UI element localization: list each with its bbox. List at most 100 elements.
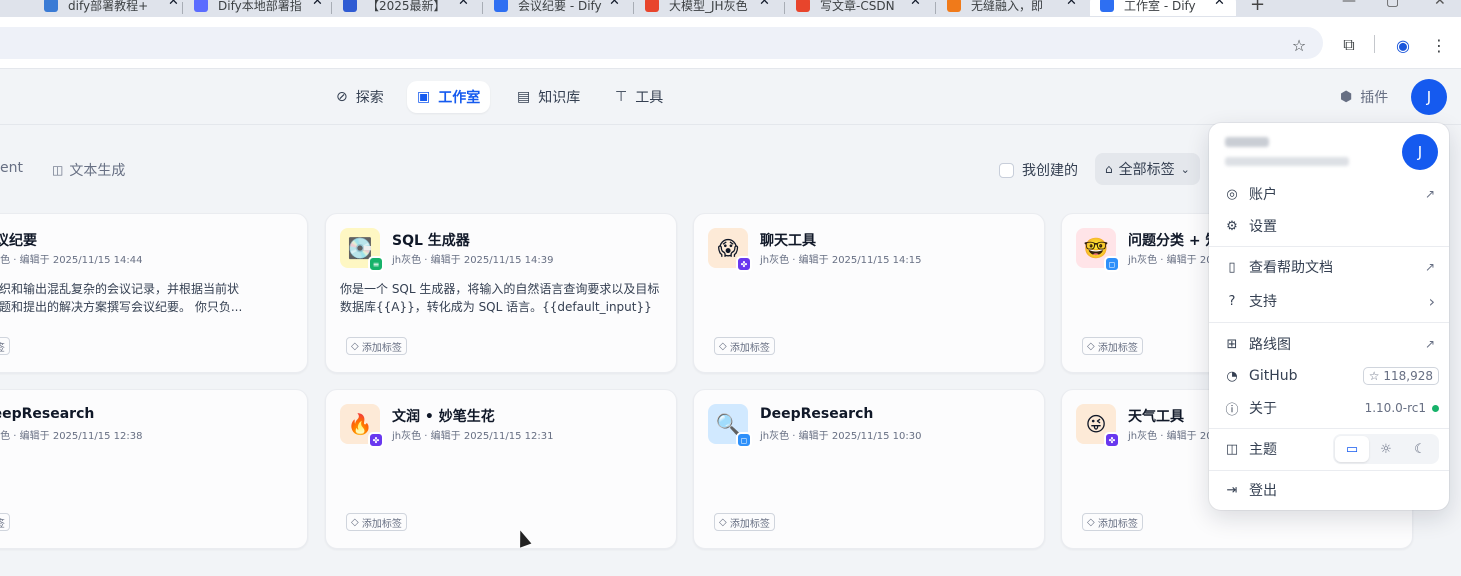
- browser-tab[interactable]: Dify本地部署指: [194, 0, 308, 16]
- menu-about[interactable]: ⓘ 关于 1.10.0-rc1: [1209, 394, 1449, 422]
- toolbar-divider: [1374, 35, 1375, 53]
- tab-favicon: [44, 0, 58, 12]
- app-meta: jh灰色 · 编辑于 2025/11/15 14:15: [760, 255, 922, 266]
- tab-title: Dify本地部署指: [218, 0, 302, 13]
- logout-icon: ⇥: [1226, 482, 1238, 498]
- minimize-button[interactable]: —: [1342, 0, 1356, 9]
- user-email-redacted: [1225, 157, 1349, 166]
- github-stars-count: 118,928: [1383, 369, 1433, 383]
- app-emoji-icon: 😱: [717, 236, 739, 260]
- menu-label: GitHub: [1249, 368, 1298, 384]
- app-card[interactable]: 💽 ≡ SQL 生成器 jh灰色 · 编辑于 2025/11/15 14:39 你是一个…: [325, 213, 677, 373]
- app-type-badge-icon: ◻: [736, 432, 752, 448]
- browser-tab[interactable]: 无缝融入，即: [947, 0, 1061, 16]
- new-tab-button[interactable]: +: [1250, 0, 1265, 15]
- tab-close-icon[interactable]: ✕: [759, 0, 770, 9]
- hammer-icon: ⊤: [615, 89, 628, 105]
- user-dropdown-menu: J ◎ 账户 ↗ ⚙ 设置 ▯ 查看帮助文档 ↗ ? 支持 › ⊞ 路线图 ↗ …: [1209, 123, 1449, 510]
- add-tag-label: 添加标签: [361, 342, 402, 354]
- add-tag-button[interactable]: ◇ 添加标签: [346, 513, 407, 531]
- plugins-button[interactable]: ⬢ 插件: [1340, 87, 1388, 107]
- browser-tab[interactable]: 会议纪要 - Dify: [494, 0, 608, 16]
- tab-title: 大模型_JH灰色: [669, 0, 748, 13]
- menu-docs[interactable]: ▯ 查看帮助文档 ↗: [1209, 253, 1449, 281]
- add-tag-label: 添加标签: [0, 515, 5, 530]
- menu-divider: [1209, 470, 1449, 471]
- browser-tab[interactable]: 【2025最新】: [343, 0, 457, 16]
- nav-explore[interactable]: ⊘ 探索: [326, 81, 394, 113]
- menu-divider: [1209, 246, 1449, 247]
- tab-close-icon[interactable]: ✕: [312, 0, 323, 9]
- external-link-icon: ↗: [1424, 260, 1435, 274]
- add-tag-button[interactable]: ◇ 添加标签: [0, 513, 10, 531]
- browser-tab-strip: dify部署教程+ ✕ Dify本地部署指 ✕ 【2025最新】 ✕ 会议纪要 …: [0, 0, 1461, 17]
- add-tag-label: 添加标签: [361, 518, 402, 530]
- tag-icon: ⌂: [1105, 162, 1113, 176]
- menu-settings[interactable]: ⚙ 设置: [1209, 212, 1449, 240]
- sun-icon[interactable]: ☼: [1369, 436, 1403, 462]
- address-bar[interactable]: [0, 27, 1323, 59]
- nav-label: 工作室: [438, 90, 481, 106]
- app-type-badge-icon: ✤: [736, 256, 752, 272]
- tab-favicon: [1100, 0, 1114, 12]
- browser-tab[interactable]: 写文章-CSDN: [796, 0, 910, 16]
- add-tag-button[interactable]: ◇ 添加标签: [714, 337, 775, 355]
- window-close-button[interactable]: ✕: [1434, 0, 1446, 9]
- extensions-icon[interactable]: ⧉: [1339, 35, 1359, 55]
- app-card[interactable]: 🔥 ✤ 文润 • 妙笔生花 jh灰色 · 编辑于 2025/11/15 12:31 ◇ …: [325, 389, 677, 549]
- app-meta: jh灰色 · 编辑于 2025/11/15 14:39: [392, 255, 554, 266]
- tab-text-generation[interactable]: ◫ 文本生成: [52, 160, 125, 180]
- add-tag-button[interactable]: ◇ 添加标签: [1082, 337, 1143, 355]
- app-icon: 😱 ✤: [708, 228, 752, 272]
- tab-favicon: [796, 0, 810, 12]
- maximize-button[interactable]: ▢: [1386, 0, 1399, 9]
- info-icon: ⓘ: [1225, 402, 1239, 418]
- app-icon: 🤓 ◻: [1076, 228, 1120, 272]
- browser-tab[interactable]: 大模型_JH灰色: [645, 0, 759, 16]
- add-tag-button[interactable]: ◇ 添加标签: [1082, 513, 1143, 531]
- app-card[interactable]: 🔍◻DeepResearchjh灰色 · 编辑于 2025/11/15 12:3…: [0, 389, 308, 549]
- nav-studio[interactable]: ▣ 工作室: [407, 81, 491, 113]
- add-tag-label: 添加标签: [1097, 342, 1138, 354]
- add-tag-button[interactable]: ◇ 添加标签: [714, 513, 775, 531]
- tab-close-icon[interactable]: ✕: [168, 0, 179, 9]
- nav-tools[interactable]: ⊤ 工具: [605, 81, 673, 113]
- tab-close-icon[interactable]: ✕: [1066, 0, 1077, 9]
- nav-knowledge[interactable]: ▤ 知识库: [507, 81, 590, 113]
- menu-logout[interactable]: ⇥ 登出: [1209, 476, 1449, 504]
- checkbox-label: 我创建的: [1022, 163, 1078, 179]
- bookmark-star-icon[interactable]: ☆: [1289, 35, 1309, 55]
- moon-icon[interactable]: ☾: [1403, 436, 1437, 462]
- robot-icon: ▣: [417, 89, 431, 105]
- add-tag-button[interactable]: ◇ 添加标签: [346, 337, 407, 355]
- tag-filter-dropdown[interactable]: ⌂ 全部标签 ⌄: [1095, 153, 1200, 185]
- add-tag-label: 添加标签: [1097, 518, 1138, 530]
- user-avatar[interactable]: J: [1411, 79, 1447, 115]
- app-description: 你是一个 SQL 生成器，将输入的自然语言查询要求以及目标 数据库{{A}}，转…: [340, 282, 660, 314]
- menu-roadmap[interactable]: ⊞ 路线图 ↗: [1209, 330, 1449, 358]
- tab-close-icon[interactable]: ✕: [458, 0, 469, 9]
- tab-title: 无缝融入，即: [971, 0, 1044, 13]
- menu-github[interactable]: ◔ GitHub ☆ 118,928: [1209, 362, 1449, 390]
- external-link-icon: ↗: [1424, 337, 1435, 351]
- tab-close-icon[interactable]: ✕: [910, 0, 921, 9]
- browser-tab[interactable]: dify部署教程+: [44, 0, 158, 16]
- tab-close-icon[interactable]: ✕: [1214, 0, 1225, 9]
- app-card[interactable]: 😱 ✤ 聊天工具 jh灰色 · 编辑于 2025/11/15 14:15 ◇ 添加标签: [693, 213, 1045, 373]
- app-card[interactable]: 📋▣会议纪要jh灰色 · 编辑于 2025/11/15 14:44以重新组织和输…: [0, 213, 308, 373]
- monitor-icon[interactable]: ▭: [1335, 436, 1369, 462]
- browser-menu-icon[interactable]: ⋮: [1429, 35, 1449, 55]
- app-card[interactable]: 🔍 ◻ DeepResearch jh灰色 · 编辑于 2025/11/15 10:3…: [693, 389, 1045, 549]
- app-type-badge-icon: ◻: [1104, 256, 1120, 272]
- version-text: 1.10.0-rc1: [1364, 401, 1426, 415]
- created-by-me-checkbox[interactable]: 我创建的: [999, 160, 1078, 180]
- menu-support[interactable]: ? 支持 ›: [1209, 287, 1449, 315]
- profile-icon[interactable]: ◉: [1393, 35, 1413, 55]
- checkbox-box[interactable]: [999, 162, 1014, 178]
- add-tag-button[interactable]: ◇ 添加标签: [0, 337, 10, 355]
- tab-agent-partial[interactable]: ent: [0, 160, 23, 176]
- menu-account[interactable]: ◎ 账户 ↗: [1209, 180, 1449, 208]
- menu-theme: ◫ 主题 ▭ ☼ ☾: [1209, 434, 1449, 464]
- tab-close-icon[interactable]: ✕: [609, 0, 620, 9]
- app-type-badge-icon: ✤: [1104, 432, 1120, 448]
